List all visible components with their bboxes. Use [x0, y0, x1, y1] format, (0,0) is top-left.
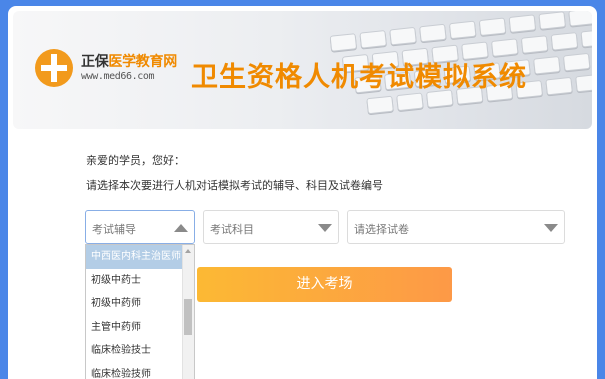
enter-exam-button[interactable]: 进入考场 [197, 267, 452, 302]
dropdown-option[interactable]: 中西医内科主治医师 [86, 245, 182, 269]
dropdown-option[interactable]: 临床检验技师 [86, 363, 182, 379]
subject-select-value: 考试科目 [210, 223, 254, 236]
scrollbar[interactable] [182, 245, 194, 379]
page-title: 卫生资格人机考试模拟系统 [191, 62, 527, 93]
main-panel: 正保医学教育网 www.med66.com 卫生资格人机考试模拟系统 亲爱的学员… [8, 6, 597, 379]
logo-text: 正保医学教育网 [81, 51, 177, 71]
chevron-up-icon [174, 224, 188, 232]
subject-select[interactable]: 考试科目 [203, 210, 339, 244]
dropdown-option[interactable]: 主管中药师 [86, 316, 182, 340]
logo-icon [35, 49, 73, 87]
scroll-up-icon[interactable] [185, 249, 191, 253]
chevron-down-icon [544, 224, 558, 232]
dropdown-option[interactable]: 初级中药士 [86, 269, 182, 293]
greeting-text: 亲爱的学员，您好： [86, 154, 185, 167]
logo-brand-sub: 医学教育网 [108, 54, 177, 70]
course-select-value: 考试辅导 [92, 223, 136, 236]
dropdown-option[interactable]: 初级中药师 [86, 292, 182, 316]
logo-url: www.med66.com [81, 71, 155, 82]
chevron-down-icon [318, 224, 332, 232]
dropdown-option[interactable]: 临床检验技士 [86, 339, 182, 363]
paper-select[interactable]: 请选择试卷 [347, 210, 565, 244]
logo-brand: 正保 [81, 54, 109, 70]
course-dropdown-list: 中西医内科主治医师 初级中药士 初级中药师 主管中药师 临床检验技士 临床检验技… [85, 244, 195, 379]
course-select[interactable]: 考试辅导 [85, 210, 195, 244]
paper-select-value: 请选择试卷 [354, 223, 409, 236]
header-banner: 正保医学教育网 www.med66.com 卫生资格人机考试模拟系统 [13, 11, 592, 129]
scrollbar-thumb[interactable] [184, 299, 192, 335]
instruction-text: 请选择本次要进行人机对话模拟考试的辅导、科目及试卷编号 [86, 179, 383, 192]
